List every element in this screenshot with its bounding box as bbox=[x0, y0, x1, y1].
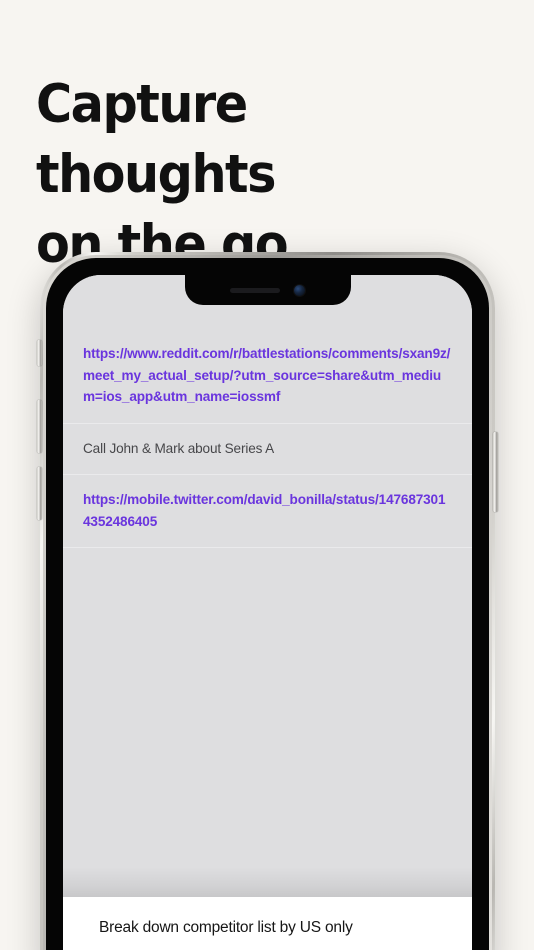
note-input[interactable]: Break down competitor list by US only bbox=[99, 917, 452, 939]
list-item[interactable]: https://mobile.twitter.com/david_bonilla… bbox=[63, 475, 472, 548]
phone-mockup: https://www.reddit.com/r/battlestations/… bbox=[37, 252, 498, 950]
mute-switch[interactable] bbox=[37, 340, 42, 366]
speaker-grille-icon bbox=[230, 287, 280, 293]
phone-bezel: https://www.reddit.com/r/battlestations/… bbox=[46, 258, 489, 950]
promo-screenshot: Capture thoughts on the go https://www.r… bbox=[0, 0, 534, 950]
volume-down-button[interactable] bbox=[37, 467, 42, 520]
sheet-shadow bbox=[63, 867, 472, 897]
phone-screen: https://www.reddit.com/r/battlestations/… bbox=[63, 275, 472, 950]
list-item[interactable]: Call John & Mark about Series A bbox=[63, 424, 472, 475]
page-title: Capture thoughts on the go bbox=[36, 74, 289, 275]
compose-sheet: Break down competitor list by US only Se… bbox=[63, 897, 472, 950]
volume-up-button[interactable] bbox=[37, 400, 42, 453]
phone-notch bbox=[184, 275, 351, 305]
list-item[interactable]: https://www.reddit.com/r/battlestations/… bbox=[63, 329, 472, 424]
clipboard-list: https://www.reddit.com/r/battlestations/… bbox=[63, 275, 472, 548]
power-button[interactable] bbox=[493, 432, 498, 512]
front-camera-icon bbox=[294, 284, 305, 296]
